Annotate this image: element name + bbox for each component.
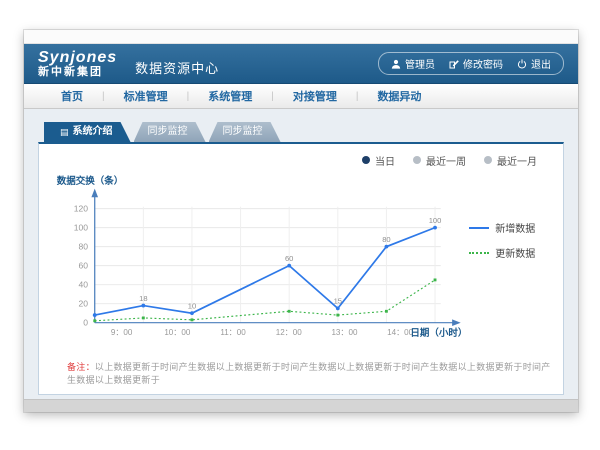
y-tick-label: 20 [79,299,89,309]
user-toolbar: 管理员 修改密码 退出 [378,52,564,75]
brand-logo-text: Synjones [38,50,117,66]
x-tick-label: 11：00 [220,328,246,337]
data-point-label: 15 [334,297,342,306]
x-tick-label: 9：00 [111,328,133,337]
radio-selected-icon [362,156,370,164]
user-menu-label: 管理员 [405,56,435,71]
data-point-label: 60 [285,254,293,263]
data-point [434,278,437,281]
edit-icon [449,59,459,69]
data-point [288,310,291,313]
data-point [93,313,97,317]
user-icon [391,59,401,69]
legend-label: 新增数据 [495,220,535,235]
range-filter-last-week[interactable]: 最近一周 [413,153,466,168]
range-filter-label: 当日 [375,153,395,168]
data-point-label: 80 [382,235,390,244]
range-filter-last-month[interactable]: 最近一月 [484,153,537,168]
data-point [433,226,437,230]
browser-top-strip [24,30,578,44]
legend-label: 更新数据 [495,245,535,260]
radio-unselected-icon [413,156,421,164]
data-point [190,311,194,315]
x-tick-label: 13：00 [331,328,358,337]
chart-legend: 新增数据 更新数据 [469,220,551,350]
y-axis-title: 数据交换（条） [56,175,124,187]
data-point [93,319,96,322]
range-filter-label: 最近一周 [426,153,466,168]
tab-label: 同步监控 [148,122,188,142]
data-point [336,314,339,317]
footnote: 备注：以上数据更新于时间产生数据以上数据更新于时间产生数据以上数据更新于时间产生… [67,360,551,386]
data-point [385,310,388,313]
data-point-label: 18 [139,294,147,303]
user-menu-button[interactable]: 管理员 [391,56,435,71]
logout-button[interactable]: 退出 [517,56,551,71]
change-password-button[interactable]: 修改密码 [449,56,503,71]
data-point [336,307,340,311]
data-point [385,245,389,249]
y-axis-arrow-icon [91,189,98,198]
tab-label: 系统介绍 [73,122,113,142]
main-nav: 首页 | 标准管理 | 系统管理 | 对接管理 | 数据异动 [24,84,578,109]
chart-panel: 当日 最近一周 最近一月 0 20 40 60 80 100 120 9：00 10：00 11：… [38,142,564,395]
data-point [287,264,291,268]
data-point [141,304,145,308]
change-password-label: 修改密码 [463,56,503,71]
data-point [142,317,145,320]
data-point [191,318,194,321]
tab-sync-monitor-2[interactable]: 同步监控 [209,122,281,142]
logout-icon [517,59,527,69]
line-chart: 0 20 40 60 80 100 120 9：00 10：00 11：00 12：00 13：00 1… [51,168,469,350]
nav-item-interface-mgmt[interactable]: 对接管理 [274,88,356,104]
brand-logo: Synjones 新中新集团 [38,50,117,78]
logout-label: 退出 [531,56,551,71]
brand-logo-subtext: 新中新集团 [38,66,117,78]
radio-unselected-icon [484,156,492,164]
x-tick-label: 10：00 [164,328,191,337]
app-window: Synjones 新中新集团 数据资源中心 管理员 修改密码 [24,30,578,412]
dotted-line-icon [469,252,489,254]
y-tick-label: 0 [83,318,88,328]
nav-item-data-change[interactable]: 数据异动 [358,88,440,104]
range-filter-label: 最近一月 [497,153,537,168]
y-tick-label: 60 [79,261,89,271]
page: Synjones 新中新集团 数据资源中心 管理员 修改密码 [0,0,600,450]
app-title: 数据资源中心 [135,58,219,77]
tab-bar: ▤ 系统介绍 同步监控 同步监控 [44,122,564,142]
footnote-prefix: 备注： [67,362,95,372]
data-point-label: 100 [429,216,442,225]
nav-item-system-mgmt[interactable]: 系统管理 [189,88,271,104]
app-header: Synjones 新中新集团 数据资源中心 管理员 修改密码 [24,44,578,84]
chart-row: 0 20 40 60 80 100 120 9：00 10：00 11：00 12：00 13：00 1… [51,168,551,350]
content-area: ▤ 系统介绍 同步监控 同步监控 当日 [24,109,578,399]
legend-item-new-data[interactable]: 新增数据 [469,220,551,235]
x-axis-title: 日期（小时） [410,327,467,339]
tab-label: 同步监控 [223,122,263,142]
nav-item-standard-mgmt[interactable]: 标准管理 [105,88,187,104]
x-axis-arrow-icon [452,319,461,326]
y-tick-label: 100 [74,222,89,232]
legend-item-updated-data[interactable]: 更新数据 [469,245,551,260]
x-tick-label: 12：00 [276,328,303,337]
window-footer-bar [24,399,578,412]
data-point-label: 10 [188,301,196,310]
y-tick-label: 80 [79,241,89,251]
nav-item-home[interactable]: 首页 [42,88,102,104]
y-tick-label: 120 [74,203,89,213]
solid-line-icon [469,227,489,229]
tab-system-intro[interactable]: ▤ 系统介绍 [44,122,131,142]
footnote-text: 以上数据更新于时间产生数据以上数据更新于时间产生数据以上数据更新于时间产生数据以… [67,362,551,385]
document-icon: ▤ [60,127,69,137]
range-filter-group: 当日 最近一周 最近一月 [51,152,551,168]
tab-sync-monitor-1[interactable]: 同步监控 [134,122,206,142]
range-filter-today[interactable]: 当日 [362,153,395,168]
y-tick-label: 40 [79,280,89,290]
